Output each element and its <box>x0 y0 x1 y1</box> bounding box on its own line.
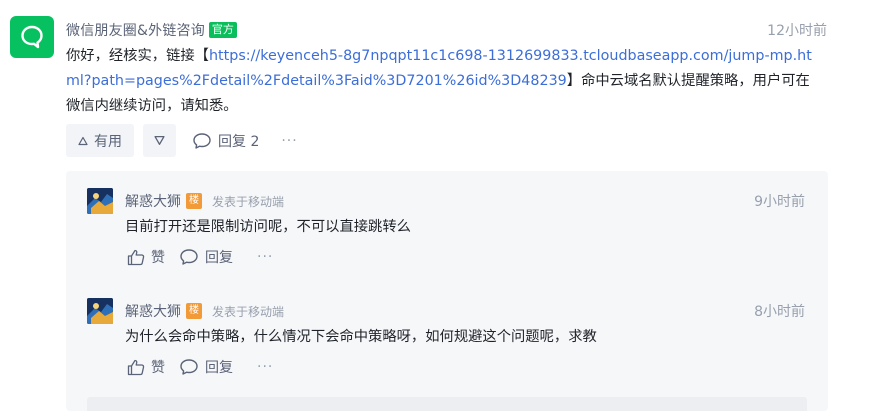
comment-icon <box>180 359 198 375</box>
reply-item: 解惑大狮 楼 发表于移动端 9小时前 目前打开还是限制访问呢，不可以直接跳转么 … <box>66 171 828 271</box>
reply-author-name[interactable]: 解惑大狮 <box>125 301 181 321</box>
more-options-icon[interactable]: ··· <box>257 359 273 375</box>
answer-card: 微信朋友圈&外链咨询 官方 12小时前 你好，经核实，链接【https://ke… <box>0 0 873 411</box>
avatar-image <box>87 298 113 324</box>
reply-source: 发表于移动端 <box>212 194 285 209</box>
reply-button[interactable]: 回复 <box>179 247 233 267</box>
wechat-official-logo[interactable] <box>10 16 54 58</box>
reply-button[interactable]: 回复 <box>179 357 233 377</box>
useful-label: 有用 <box>94 133 122 150</box>
comment-icon <box>193 132 211 149</box>
reply-author-row: 解惑大狮 楼 发表于移动端 <box>125 191 284 211</box>
triangle-up-icon <box>78 136 88 145</box>
answer-text-before: 你好，经核实，链接【 <box>66 48 209 64</box>
answer-author-row: 微信朋友圈&外链咨询 官方 <box>66 20 237 40</box>
comment-icon <box>180 249 198 265</box>
reply-author-name[interactable]: 解惑大狮 <box>125 191 181 211</box>
reply-label: 回复 <box>205 360 233 376</box>
useful-button[interactable]: 有用 <box>66 124 134 157</box>
reply-time: 9小时前 <box>754 194 805 210</box>
reply-text: 目前打开还是限制访问呢，不可以直接跳转么 <box>125 219 411 235</box>
floor-badge: 楼 <box>186 193 202 209</box>
floor-badge: 楼 <box>186 303 202 319</box>
like-button[interactable]: 赞 <box>127 247 165 267</box>
reply-actions: 赞 回复 ··· <box>127 247 273 267</box>
reply-label: 回复 2 <box>218 133 260 150</box>
answer-time: 12小时前 <box>767 23 827 39</box>
answer-body: 你好，经核实，链接【https://keyenceh5-8g7npqpt11c1… <box>66 44 816 119</box>
chat-bubble-icon <box>21 25 43 49</box>
more-options-icon[interactable]: ··· <box>281 133 297 149</box>
reply-label: 回复 <box>205 250 233 266</box>
avatar-image <box>87 188 113 214</box>
like-button[interactable]: 赞 <box>127 357 165 377</box>
reply-actions: 赞 回复 ··· <box>127 357 273 377</box>
reply-input-box[interactable] <box>87 397 807 411</box>
thumbs-up-icon <box>127 249 145 265</box>
reply-button[interactable]: 回复 2 <box>192 131 259 151</box>
official-badge: 官方 <box>208 22 237 38</box>
like-label: 赞 <box>151 360 165 376</box>
reply-text: 为什么会命中策略，什么情况下会命中策略呀，如何规避这个问题呢，求教 <box>125 329 597 345</box>
triangle-down-icon <box>154 135 165 146</box>
replies-panel: 解惑大狮 楼 发表于移动端 9小时前 目前打开还是限制访问呢，不可以直接跳转么 … <box>66 171 828 411</box>
not-useful-button[interactable] <box>143 124 176 157</box>
more-options-icon[interactable]: ··· <box>257 249 273 265</box>
like-label: 赞 <box>151 250 165 266</box>
avatar[interactable] <box>87 298 113 324</box>
avatar[interactable] <box>87 188 113 214</box>
reply-item: 解惑大狮 楼 发表于移动端 8小时前 为什么会命中策略，什么情况下会命中策略呀，… <box>66 281 828 381</box>
answer-actions: 有用 回复 2 ··· <box>66 124 298 157</box>
thumbs-up-icon <box>127 359 145 375</box>
reply-source: 发表于移动端 <box>212 304 285 319</box>
reply-time: 8小时前 <box>754 304 805 320</box>
reply-author-row: 解惑大狮 楼 发表于移动端 <box>125 301 284 321</box>
answer-author-name[interactable]: 微信朋友圈&外链咨询 <box>66 20 205 40</box>
